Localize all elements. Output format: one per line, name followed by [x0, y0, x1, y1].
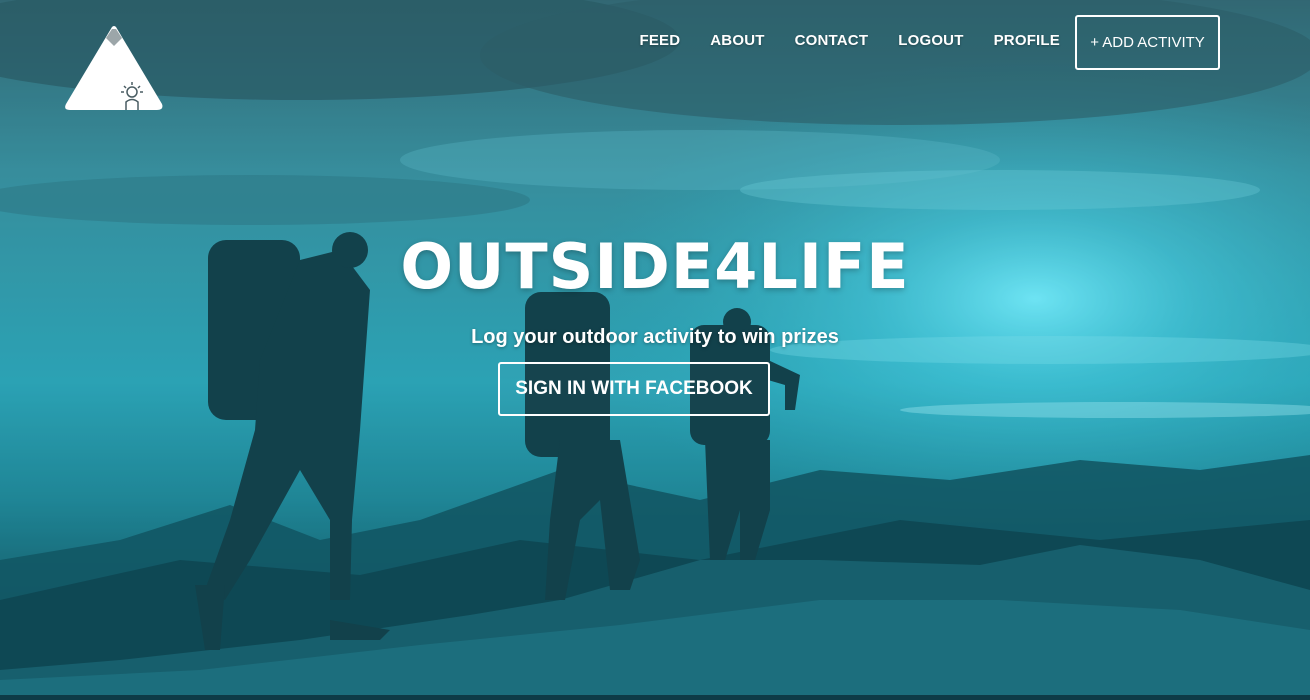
add-activity-label: + ADD ACTIVITY	[1090, 34, 1205, 51]
mountain-sun-logo-icon[interactable]	[62, 24, 166, 112]
add-activity-button[interactable]: + ADD ACTIVITY	[1075, 15, 1220, 70]
nav-about-link[interactable]: ABOUT	[710, 32, 764, 49]
nav-links: FEED ABOUT CONTACT LOGOUT PROFILE + ADD …	[609, 11, 1220, 70]
sign-in-facebook-label: SIGN IN WITH FACEBOOK	[515, 378, 753, 399]
top-navigation: FEED ABOUT CONTACT LOGOUT PROFILE + ADD …	[0, 0, 1310, 110]
sign-in-facebook-button[interactable]: SIGN IN WITH FACEBOOK	[498, 362, 770, 416]
nav-logout-link[interactable]: LOGOUT	[898, 32, 963, 49]
nav-contact-link[interactable]: CONTACT	[795, 32, 869, 49]
nav-profile-link[interactable]: PROFILE	[994, 32, 1060, 49]
nav-feed-link[interactable]: FEED	[639, 32, 680, 49]
hero-title: OUTSIDE4LIFE	[400, 230, 910, 303]
hero-subtitle: Log your outdoor activity to win prizes	[471, 326, 839, 348]
